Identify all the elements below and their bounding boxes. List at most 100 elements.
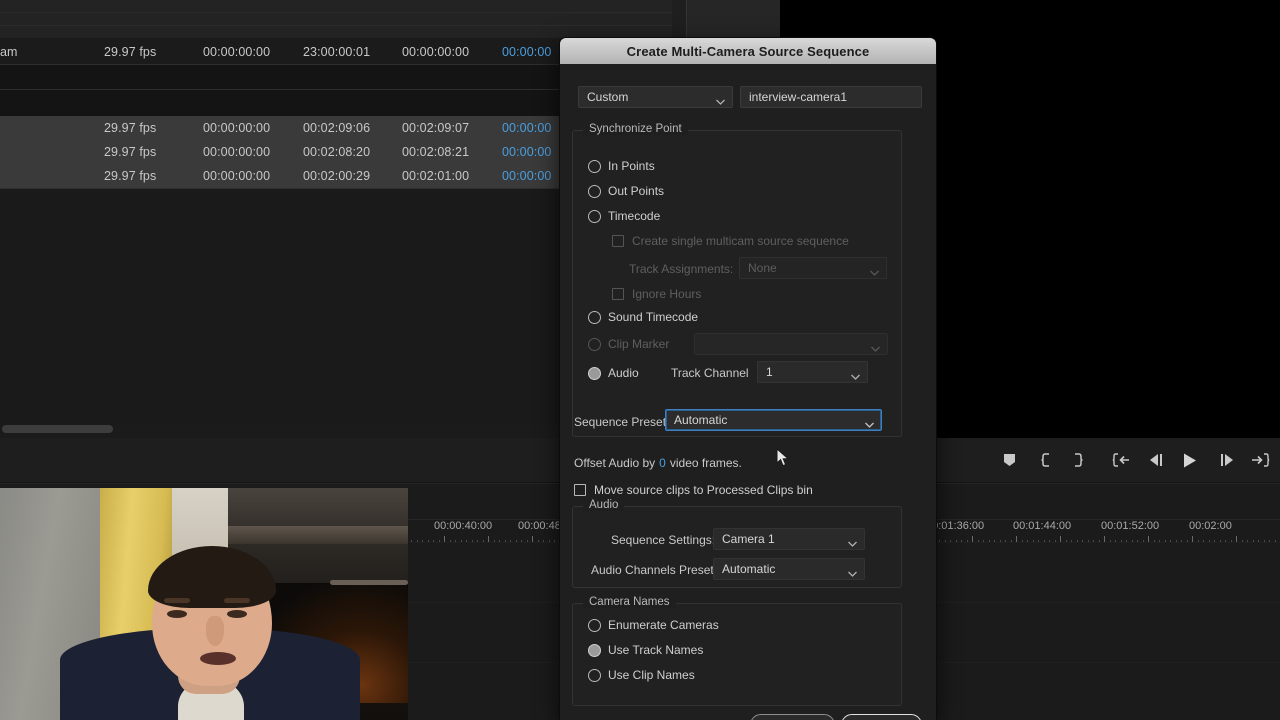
checkbox-label: Create single multicam source sequence [632,234,849,248]
radio-icon [588,644,601,657]
checkbox-icon [574,484,586,496]
checkbox-move-source-clips[interactable]: Move source clips to Processed Clips bin [574,483,813,497]
track-channel-label: Track Channel [671,366,749,380]
audio-sequence-settings-select[interactable]: Camera 1 [713,528,865,550]
chevron-down-icon [870,265,879,271]
step-back-button[interactable] [1144,448,1168,472]
create-multicamera-source-sequence-dialog[interactable]: Create Multi-Camera Source Sequence Cust… [560,38,936,720]
cell-media-duration: 00:02:08:21 [402,145,469,159]
sequence-preset-select[interactable]: Automatic [665,409,882,431]
audio-group-legend: Audio [583,499,624,511]
dialog-body: Custom interview-camera1 Synchronize Poi… [560,64,936,720]
project-panel-top-strip [0,0,672,38]
synchronize-point-legend: Synchronize Point [583,123,688,135]
radio-icon [588,160,601,173]
preset-select[interactable]: Custom [578,86,733,108]
radio-label: Use Clip Names [608,668,695,682]
cell-media-duration: 00:00:00:00 [402,45,469,59]
cell-media-start: 00:00:00:00 [203,145,270,159]
cell-video-in: 00:00:00 [502,145,551,159]
cell-media-duration: 00:02:09:07 [402,121,469,135]
radio-label: Enumerate Cameras [608,618,719,632]
track-assignments-value: None [748,261,777,275]
offset-audio-row: Offset Audio by 0 video frames. [574,456,742,470]
checkbox-ignore-hours[interactable]: Ignore Hours [612,287,701,301]
chevron-down-icon [851,369,860,375]
program-monitor-preview[interactable] [0,488,408,720]
cell-video-in: 00:00:00 [502,121,551,135]
mouse-cursor [776,448,790,468]
radio-label: In Points [608,159,655,173]
preview-brow-right [224,598,250,603]
audio-sequence-settings-value: Camera 1 [722,532,775,546]
dialog-title: Create Multi-Camera Source Sequence [627,44,870,59]
checkbox-icon [612,288,624,300]
offset-audio-suffix: video frames. [670,456,742,470]
radio-label: Out Points [608,184,664,198]
sequence-preset-value: Automatic [674,413,727,427]
audio-channels-preset-value: Automatic [722,562,775,576]
radio-icon [588,185,601,198]
sequence-preset-label: Sequence Preset: [574,415,669,429]
radio-label: Clip Marker [608,337,669,351]
radio-use-track-names[interactable]: Use Track Names [588,643,703,657]
dialog-titlebar: Create Multi-Camera Source Sequence [560,38,936,64]
audio-sequence-settings-label: Sequence Settings: [611,533,715,547]
radio-audio[interactable]: Audio [588,366,639,380]
radio-use-clip-names[interactable]: Use Clip Names [588,668,695,682]
cell-media-end: 00:02:09:06 [303,121,370,135]
radio-icon [588,311,601,324]
clip-marker-select[interactable] [694,333,888,355]
play-stop-button[interactable] [1178,448,1202,472]
preview-nose [206,616,224,646]
chevron-down-icon [848,536,857,542]
cell-media-start: 00:00:00:00 [203,121,270,135]
checkbox-create-single-multicam[interactable]: Create single multicam source sequence [612,234,849,248]
audio-channels-preset-select[interactable]: Automatic [713,558,865,580]
mark-in-button[interactable] [1034,448,1058,472]
chevron-down-icon [848,566,857,572]
radio-icon [588,338,601,351]
radio-label: Use Track Names [608,643,703,657]
radio-out-points[interactable]: Out Points [588,184,664,198]
preset-select-value: Custom [587,90,628,104]
panel-edge-divider [686,0,687,38]
checkbox-label: Move source clips to Processed Clips bin [594,483,813,497]
cell-media-end: 00:02:00:29 [303,169,370,183]
go-to-out-button[interactable] [1249,448,1273,472]
radio-icon [588,210,601,223]
transport-controls [990,448,1280,472]
cell-name: am [0,45,18,59]
sequence-name-field[interactable]: interview-camera1 [740,86,922,108]
radio-timecode[interactable]: Timecode [588,209,660,223]
add-marker-button[interactable] [997,448,1021,472]
cell-media-end: 00:02:08:20 [303,145,370,159]
preview-eye-right [227,610,247,618]
radio-label: Audio [608,366,639,380]
track-channel-select[interactable]: 1 [757,361,868,383]
track-assignments-select[interactable]: None [739,257,887,279]
offset-audio-value[interactable]: 0 [659,456,666,470]
preview-eye-left [167,610,187,618]
horizontal-scrollbar[interactable] [2,425,113,433]
go-to-in-button[interactable] [1109,448,1133,472]
preview-person [60,560,360,720]
radio-clip-marker[interactable]: Clip Marker [588,337,669,351]
adjacent-panel-strip [686,0,780,38]
mark-out-button[interactable] [1065,448,1089,472]
ruler-tick-label: 00:00:48 [518,520,561,532]
radio-enumerate-cameras[interactable]: Enumerate Cameras [588,618,719,632]
cell-frame-rate: 29.97 fps [104,45,156,59]
step-forward-button[interactable] [1214,448,1238,472]
checkbox-label: Ignore Hours [632,287,701,301]
chevron-down-icon [871,341,880,347]
camera-names-legend: Camera Names [583,596,676,608]
cancel-button[interactable]: Cancel [750,714,835,720]
radio-in-points[interactable]: In Points [588,159,655,173]
preview-mouth [200,652,236,665]
screen: am 29.97 fps 00:00:00:00 23:00:00:01 00:… [0,0,1280,720]
ok-button[interactable]: OK [841,714,922,720]
audio-channels-preset-label: Audio Channels Preset: [591,563,717,577]
cell-media-end: 23:00:00:01 [303,45,370,59]
radio-sound-timecode[interactable]: Sound Timecode [588,310,698,324]
